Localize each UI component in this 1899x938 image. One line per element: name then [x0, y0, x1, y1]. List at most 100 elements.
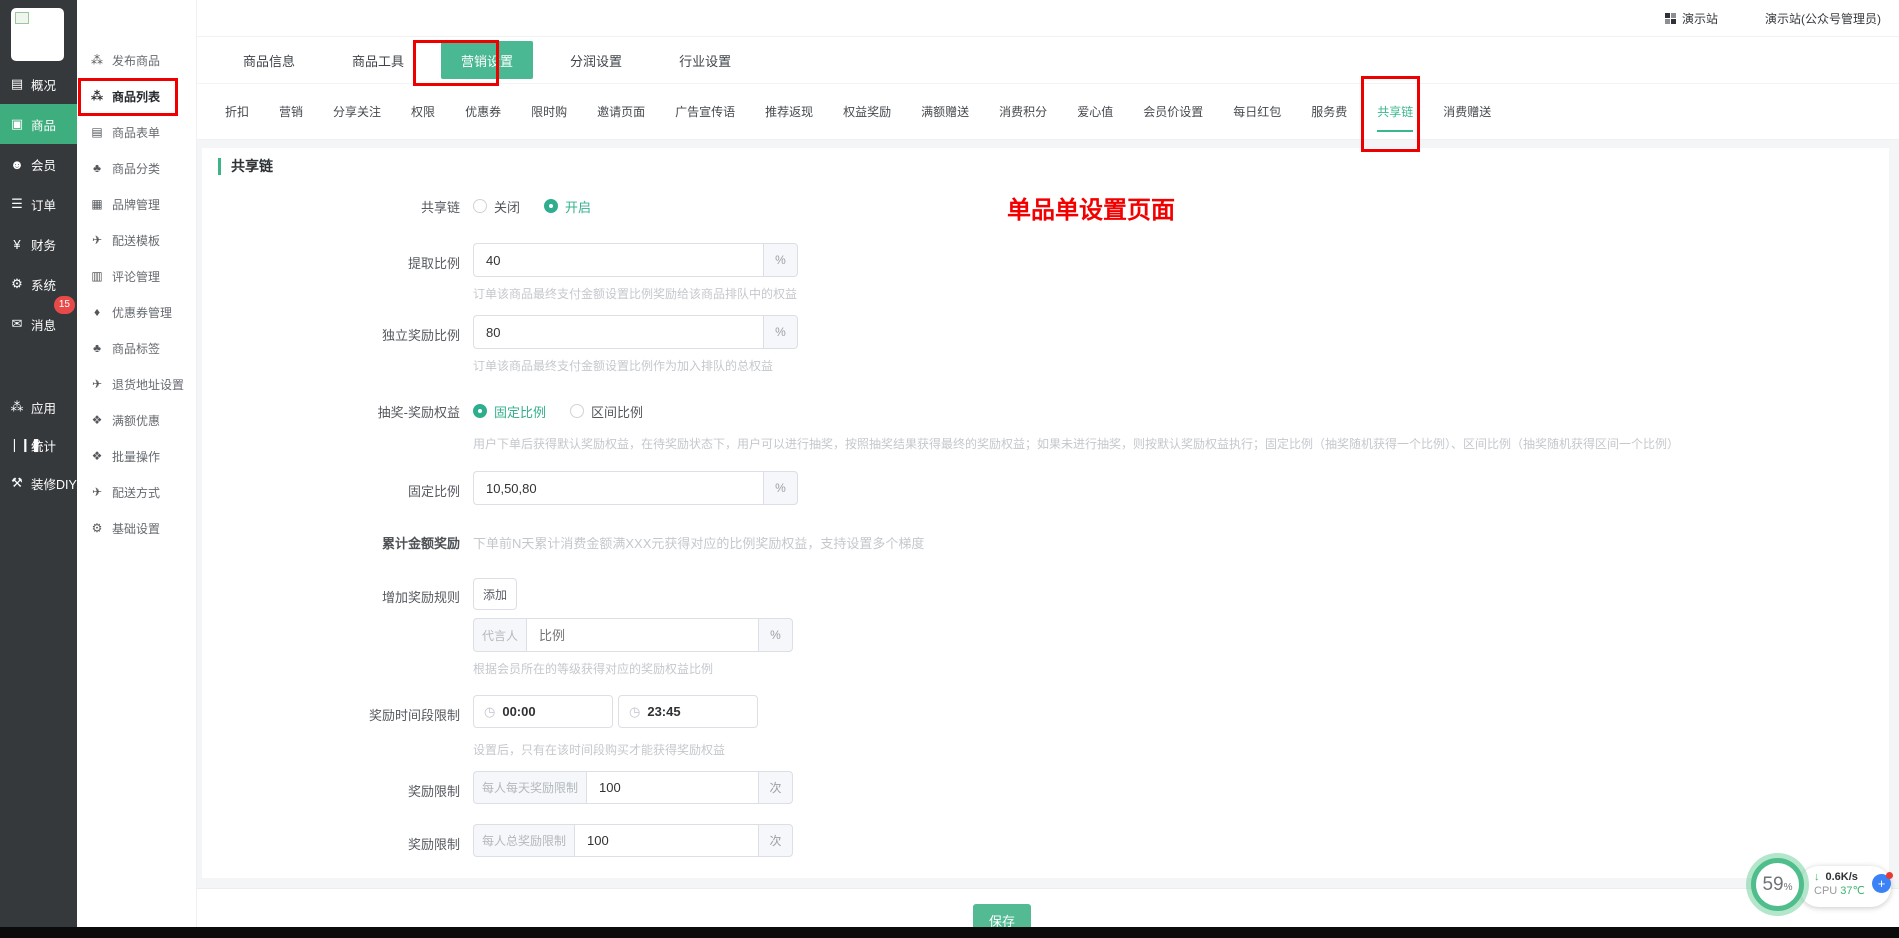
menu-item-basic-settings[interactable]: ⚙基础设置: [77, 510, 196, 546]
sidebar-item-goods[interactable]: ▣商品: [0, 104, 77, 144]
subtab-consume-gift[interactable]: 消费赠送: [1443, 103, 1491, 120]
sidebar-item-apps[interactable]: ⁂应用: [0, 388, 77, 426]
share-icon: ⁂: [90, 53, 104, 67]
radio-option-off[interactable]: 关闭: [473, 197, 520, 216]
subtab-rights-reward[interactable]: 权益奖励: [843, 103, 891, 120]
primary-nav-group-top: ▤概况 ▣商品 ☻会员 ☰订单 ¥财务 ⚙ 系统 ✉消息15: [0, 64, 77, 344]
menu-item-brand-manage[interactable]: ▦品牌管理: [77, 186, 196, 222]
total-limit-input[interactable]: [574, 824, 758, 857]
sidebar-item-label: 统计: [31, 436, 56, 455]
assistant-plus-button[interactable]: +: [1872, 874, 1891, 893]
site-logo[interactable]: [11, 8, 64, 61]
subtab-consume-points[interactable]: 消费积分: [999, 103, 1047, 120]
menu-item-goods-tags[interactable]: ♣商品标签: [77, 330, 196, 366]
sidebar-item-decorate-diy[interactable]: ⚒装修DIY: [0, 464, 77, 502]
sidebar-item-finance[interactable]: ¥财务: [0, 224, 77, 264]
radio-unchecked-icon[interactable]: [570, 404, 584, 418]
subtab-invite-page[interactable]: 邀请页面: [597, 103, 645, 120]
spokesman-ratio-helper: 根据会员所在的等级获得对应的奖励权益比例: [473, 660, 713, 677]
tab-goods-info[interactable]: 商品信息: [223, 37, 315, 84]
radio-unchecked-icon[interactable]: [473, 199, 487, 213]
section-title: 共享链: [218, 158, 273, 175]
user-menu[interactable]: 演示站(公众号管理员): [1748, 10, 1881, 27]
subtab-service-fee[interactable]: 服务费: [1311, 103, 1347, 120]
subtab-discount[interactable]: 折扣: [225, 103, 249, 120]
members-icon: ☻: [9, 157, 25, 172]
subtab-full-gift[interactable]: 满额赠送: [921, 103, 969, 120]
secondary-tabs: 折扣 营销 分享关注 权限 优惠券 限时购 邀请页面 广告宣传语 推荐返现 权益…: [197, 84, 1899, 140]
lottery-reward-label: 抽奖-奖励权益: [202, 402, 460, 421]
truck-icon: ✈: [90, 485, 104, 499]
end-time-picker[interactable]: ◷23:45: [618, 695, 758, 728]
sidebar-item-statistics[interactable]: ❘❙❚统计: [0, 426, 77, 464]
subtab-share-chain[interactable]: 共享链: [1377, 103, 1413, 120]
sidebar-item-label: 系统: [31, 275, 56, 294]
yen-icon: ¥: [9, 237, 25, 252]
menu-item-publish-goods[interactable]: ⁂ 发布商品: [77, 42, 196, 78]
subtab-marketing[interactable]: 营销: [279, 103, 303, 120]
menu-item-label: 退货地址设置: [112, 376, 184, 393]
fixed-ratio-input[interactable]: [473, 471, 763, 505]
coupon-tag-icon: ♦: [90, 305, 104, 319]
sidebar-item-label: 消息: [31, 315, 56, 334]
gear-icon: ⚙: [9, 276, 25, 292]
tab-profit-settings[interactable]: 分润设置: [550, 37, 642, 84]
site-switcher[interactable]: 演示站: [1665, 10, 1718, 27]
menu-item-batch-operation[interactable]: ❖批量操作: [77, 438, 196, 474]
subtab-coupon[interactable]: 优惠券: [465, 103, 501, 120]
subtab-ad-slogan[interactable]: 广告宣传语: [675, 103, 735, 120]
subtab-referral-cashback[interactable]: 推荐返现: [765, 103, 813, 120]
sidebar-item-overview[interactable]: ▤概况: [0, 64, 77, 104]
radio-option-fixed[interactable]: 固定比例: [473, 402, 546, 421]
extract-ratio-helper: 订单该商品最终支付金额设置比例奖励给该商品排队中的权益: [473, 285, 797, 302]
menu-item-goods-form[interactable]: ▤商品表单: [77, 114, 196, 150]
cart-icon: ☰: [9, 196, 25, 212]
radio-checked-icon[interactable]: [544, 199, 558, 213]
sidebar-item-orders[interactable]: ☰订单: [0, 184, 77, 224]
spokesman-ratio-input[interactable]: [526, 618, 758, 652]
fixed-ratio-label: 固定比例: [202, 481, 460, 500]
time-range-fields: ◷00:00 ◷23:45: [473, 695, 758, 728]
sitemap-icon: ♣: [90, 161, 104, 175]
menu-item-delivery-template[interactable]: ✈配送模板: [77, 222, 196, 258]
truck-icon: ✈: [90, 233, 104, 247]
grid-icon: [1665, 13, 1676, 24]
cpu-usage-gauge[interactable]: 59 %: [1751, 858, 1804, 911]
sidebar-item-messages[interactable]: ✉消息15: [0, 304, 77, 344]
subtab-permission[interactable]: 权限: [411, 103, 435, 120]
menu-item-label: 商品列表: [112, 88, 160, 105]
radio-checked-icon[interactable]: [473, 404, 487, 418]
gauge-percent-unit: %: [1784, 882, 1793, 893]
cumulative-reward-label: 累计金额奖励: [202, 533, 460, 552]
menu-item-full-discount[interactable]: ❖满额优惠: [77, 402, 196, 438]
menu-item-label: 发布商品: [112, 52, 160, 69]
times-unit: 次: [758, 771, 793, 804]
subtab-flash-sale[interactable]: 限时购: [531, 103, 567, 120]
tab-industry-settings[interactable]: 行业设置: [659, 37, 751, 84]
subtab-share-follow[interactable]: 分享关注: [333, 103, 381, 120]
extract-ratio-input[interactable]: [473, 243, 763, 277]
radio-label: 开启: [565, 197, 591, 216]
menu-item-label: 评论管理: [112, 268, 160, 285]
menu-item-return-address[interactable]: ✈退货地址设置: [77, 366, 196, 402]
independent-ratio-input[interactable]: [473, 315, 763, 349]
daily-limit-label: 奖励限制: [202, 781, 460, 800]
menu-item-comment-manage[interactable]: ▥评论管理: [77, 258, 196, 294]
subtab-daily-redpacket[interactable]: 每日红包: [1233, 103, 1281, 120]
subtab-love-value[interactable]: 爱心值: [1077, 103, 1113, 120]
add-rule-button[interactable]: 添加: [473, 578, 517, 610]
menu-item-coupon-manage[interactable]: ♦优惠券管理: [77, 294, 196, 330]
start-time-picker[interactable]: ◷00:00: [473, 695, 613, 728]
total-limit-label: 奖励限制: [202, 834, 460, 853]
menu-item-goods-category[interactable]: ♣商品分类: [77, 150, 196, 186]
menu-item-goods-list[interactable]: ⁂商品列表: [77, 78, 196, 114]
subtab-member-price[interactable]: 会员价设置: [1143, 103, 1203, 120]
radio-option-on[interactable]: 开启: [544, 197, 591, 216]
sidebar-item-members[interactable]: ☻会员: [0, 144, 77, 184]
daily-limit-input[interactable]: [586, 771, 758, 804]
menu-item-delivery-method[interactable]: ✈配送方式: [77, 474, 196, 510]
tab-goods-tools[interactable]: 商品工具: [332, 37, 424, 84]
tab-marketing-settings[interactable]: 营销设置: [441, 41, 533, 79]
radio-option-interval[interactable]: 区间比例: [570, 402, 643, 421]
app-root: ▤概况 ▣商品 ☻会员 ☰订单 ¥财务 ⚙系统 ✉消息15 ⁂应用 ❘❙❚统计 …: [0, 0, 1899, 938]
